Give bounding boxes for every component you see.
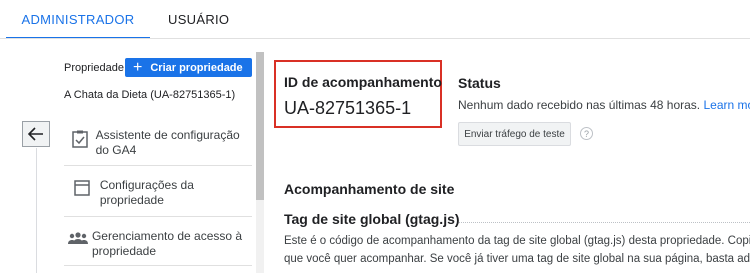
dotted-divider xyxy=(459,222,750,223)
tab-administrador[interactable]: ADMINISTRADOR xyxy=(6,0,150,39)
arrow-left-icon xyxy=(28,127,43,141)
gtag-description-line-1: Este é o código de acompanhamento da tag… xyxy=(284,235,750,247)
status-text: Nenhum dado recebido nas últimas 48 hora… xyxy=(458,98,701,112)
sidebar-item-property-settings[interactable]: Configurações da propriedade xyxy=(64,178,252,208)
tab-usuario[interactable]: USUÁRIO xyxy=(168,0,229,39)
sidebar-scrollbar-track[interactable] xyxy=(256,200,264,273)
create-property-label: Criar propriedade xyxy=(150,61,243,74)
tracking-id-value: UA-82751365-1 xyxy=(284,98,412,118)
gtag-title: Tag de site global (gtag.js) xyxy=(284,211,460,227)
checklist-icon xyxy=(72,130,88,148)
tracking-id-title: ID de acompanhamento xyxy=(284,74,442,90)
sidebar-item-access-management[interactable]: Gerenciamento de acesso à propriedade xyxy=(64,229,252,259)
back-button[interactable] xyxy=(22,121,50,147)
people-icon xyxy=(67,232,88,244)
nav-guide-line xyxy=(36,148,37,273)
send-test-traffic-button[interactable]: Enviar tráfego de teste xyxy=(458,122,571,146)
sidebar-scrollbar-thumb[interactable] xyxy=(256,52,264,200)
tab-divider xyxy=(0,38,750,39)
learn-more-link[interactable]: Learn more xyxy=(704,98,750,112)
help-icon[interactable]: ? xyxy=(580,127,593,140)
sidebar-item-ga4-setup-assistant[interactable]: Assistente de configuração do GA4 xyxy=(64,128,252,158)
plus-icon: + xyxy=(133,58,143,76)
top-tab-bar: ADMINISTRADOR USUÁRIO xyxy=(0,0,750,39)
status-message: Nenhum dado recebido nas últimas 48 hora… xyxy=(458,98,750,112)
site-tracking-title: Acompanhamento de site xyxy=(284,181,455,197)
sidebar-item-label: Assistente de configuração do GA4 xyxy=(95,128,240,157)
property-selector[interactable]: A Chata da Dieta (UA-82751365-1) xyxy=(64,89,235,101)
window-icon xyxy=(74,180,90,196)
status-title: Status xyxy=(458,75,501,91)
divider xyxy=(64,165,252,166)
sidebar-item-label: Configurações da propriedade xyxy=(99,178,194,207)
property-label: Propriedade xyxy=(64,62,124,74)
gtag-description-line-2: que você quer acompanhar. Se você já tiv… xyxy=(284,253,750,265)
sidebar-item-label: Gerenciamento de acesso à propriedade xyxy=(91,229,243,258)
divider xyxy=(64,265,252,266)
create-property-button[interactable]: + Criar propriedade xyxy=(125,58,252,77)
divider xyxy=(64,216,252,217)
